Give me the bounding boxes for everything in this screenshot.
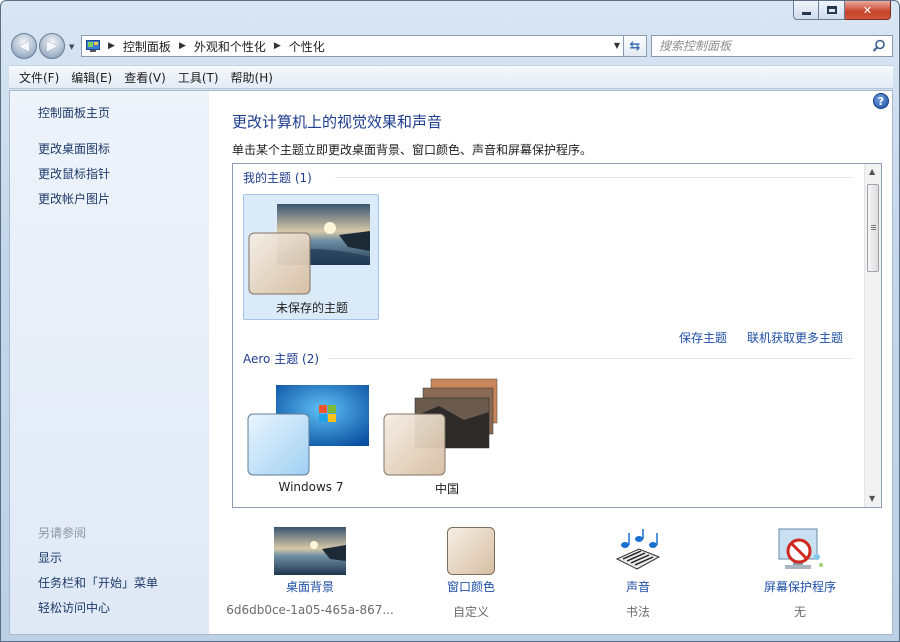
breadcrumb-control-panel[interactable]: 控制面板 xyxy=(123,38,171,55)
desktop-background-label[interactable]: 桌面背景 xyxy=(220,578,400,595)
maximize-icon xyxy=(826,6,837,14)
group-divider xyxy=(335,177,853,178)
recent-pages-dropdown[interactable]: ▼ xyxy=(69,43,74,51)
sounds-item[interactable]: 声音 书法 xyxy=(598,527,678,620)
desktop-background-icon xyxy=(274,527,346,575)
sounds-icon xyxy=(615,529,661,570)
screensaver-value: 无 xyxy=(793,605,806,619)
theme-tile-china[interactable]: 中国 xyxy=(379,376,515,502)
maximize-button[interactable] xyxy=(819,1,845,20)
see-also-link-display[interactable]: 显示 xyxy=(38,549,62,566)
sidebar-link-desktop-icons[interactable]: 更改桌面图标 xyxy=(38,140,110,157)
address-bar[interactable]: ▶ 控制面板 ▶ 外观和个性化 ▶ 个性化 ▼ xyxy=(81,35,625,57)
window-color-item[interactable]: 窗口颜色 自定义 xyxy=(421,527,521,620)
aero-themes-header[interactable]: Aero 主题 (2) xyxy=(243,350,319,367)
menu-bar: 文件(F) 编辑(E) 查看(V) 工具(T) 帮助(H) xyxy=(9,65,893,89)
refresh-button[interactable]: ⇆ xyxy=(623,35,647,57)
close-icon: ✕ xyxy=(862,3,873,17)
window-color-icon xyxy=(447,527,495,575)
page-description: 单击某个主题立即更改桌面背景、窗口颜色、声音和屏幕保护程序。 xyxy=(232,143,593,157)
theme-preview-image xyxy=(248,204,370,295)
save-theme-link[interactable]: 保存主题 xyxy=(679,329,727,346)
sounds-value: 书法 xyxy=(625,605,650,619)
breadcrumb-separator-icon[interactable]: ▶ xyxy=(179,41,186,51)
caption-buttons: ✕ xyxy=(793,1,891,21)
content-area: 控制面板主页 更改桌面图标 更改鼠标指针 更改帐户图片 另请参阅 显示 任务栏和… xyxy=(9,90,893,635)
desktop-background-value: 6d6db0ce-1a05-465a-867... xyxy=(226,603,394,617)
window-frame: ✕ ◀ ▶ ▼ ▶ 控制面板 ▶ 外观和个性化 ▶ 个性化 ▼ ⇆ 搜索控制面板… xyxy=(0,0,900,642)
scroll-grip-icon xyxy=(871,225,876,226)
theme-list-scrollbar[interactable]: ▲ ▼ xyxy=(864,164,881,507)
address-dropdown-icon[interactable]: ▼ xyxy=(614,41,620,50)
breadcrumb-appearance[interactable]: 外观和个性化 xyxy=(194,38,266,55)
task-pane: 控制面板主页 更改桌面图标 更改鼠标指针 更改帐户图片 另请参阅 显示 任务栏和… xyxy=(10,91,209,634)
minimize-icon xyxy=(801,11,811,15)
theme-preview-image xyxy=(383,378,498,476)
theme-list: 我的主题 (1) 未保存的主题 保存主题 联机获取更多主题 Aero 主题 (2… xyxy=(232,163,882,508)
screensaver-icon xyxy=(778,528,823,569)
get-more-themes-link[interactable]: 联机获取更多主题 xyxy=(747,329,843,346)
scroll-thumb[interactable] xyxy=(867,184,879,272)
menu-help[interactable]: 帮助(H) xyxy=(225,69,279,86)
window-color-value: 自定义 xyxy=(452,605,489,619)
search-icon[interactable] xyxy=(872,39,886,53)
back-button[interactable]: ◀ xyxy=(11,33,37,59)
sounds-label[interactable]: 声音 xyxy=(598,578,678,595)
menu-tools[interactable]: 工具(T) xyxy=(172,69,225,86)
scroll-down-icon[interactable]: ▼ xyxy=(869,494,875,503)
menu-file[interactable]: 文件(F) xyxy=(13,69,65,86)
back-arrow-icon: ◀ xyxy=(18,38,30,54)
refresh-icon: ⇆ xyxy=(629,38,641,54)
scroll-up-icon[interactable]: ▲ xyxy=(869,167,875,176)
theme-preview-image xyxy=(247,385,369,476)
sidebar-link-mouse-pointers[interactable]: 更改鼠标指针 xyxy=(38,165,110,182)
breadcrumb-separator-icon[interactable]: ▶ xyxy=(274,41,281,51)
screensaver-label[interactable]: 屏幕保护程序 xyxy=(755,578,845,595)
breadcrumb-personalization[interactable]: 个性化 xyxy=(289,38,325,55)
theme-name: 未保存的主题 xyxy=(275,301,348,315)
minimize-button[interactable] xyxy=(793,1,819,20)
control-panel-icon xyxy=(86,40,100,52)
page-title: 更改计算机上的视觉效果和声音 xyxy=(232,113,443,131)
theme-tile-unsaved[interactable]: 未保存的主题 xyxy=(243,194,379,320)
navigation-bar: ◀ ▶ ▼ ▶ 控制面板 ▶ 外观和个性化 ▶ 个性化 ▼ ⇆ xyxy=(9,31,893,61)
desktop-background-item[interactable]: 桌面背景 6d6db0ce-1a05-465a-867... xyxy=(220,527,400,617)
close-button[interactable]: ✕ xyxy=(845,1,891,20)
see-also-link-taskbar[interactable]: 任务栏和「开始」菜单 xyxy=(38,574,158,591)
forward-button[interactable]: ▶ xyxy=(39,33,65,59)
forward-arrow-icon: ▶ xyxy=(46,38,58,54)
group-divider xyxy=(329,358,853,359)
main-pane: ? 更改计算机上的视觉效果和声音 单击某个主题立即更改桌面背景、窗口颜色、声音和… xyxy=(209,91,892,634)
sidebar-link-account-picture[interactable]: 更改帐户图片 xyxy=(38,190,110,207)
menu-edit[interactable]: 编辑(E) xyxy=(65,69,118,86)
window-color-label[interactable]: 窗口颜色 xyxy=(421,578,521,595)
search-box[interactable] xyxy=(651,35,893,57)
menu-view[interactable]: 查看(V) xyxy=(118,69,172,86)
theme-name: Windows 7 xyxy=(278,480,344,494)
see-also-header: 另请参阅 xyxy=(38,526,87,540)
see-also-link-ease-of-access[interactable]: 轻松访问中心 xyxy=(38,599,110,616)
help-icon[interactable]: ? xyxy=(873,93,889,109)
theme-name: 中国 xyxy=(434,482,459,496)
search-input[interactable] xyxy=(659,39,859,53)
breadcrumb-separator-icon: ▶ xyxy=(108,41,115,51)
sidebar-link-control-panel-home[interactable]: 控制面板主页 xyxy=(38,104,110,121)
theme-tile-windows7[interactable]: Windows 7 xyxy=(243,376,379,502)
my-themes-header[interactable]: 我的主题 (1) xyxy=(243,169,312,186)
screensaver-item[interactable]: 屏幕保护程序 无 xyxy=(755,527,845,620)
